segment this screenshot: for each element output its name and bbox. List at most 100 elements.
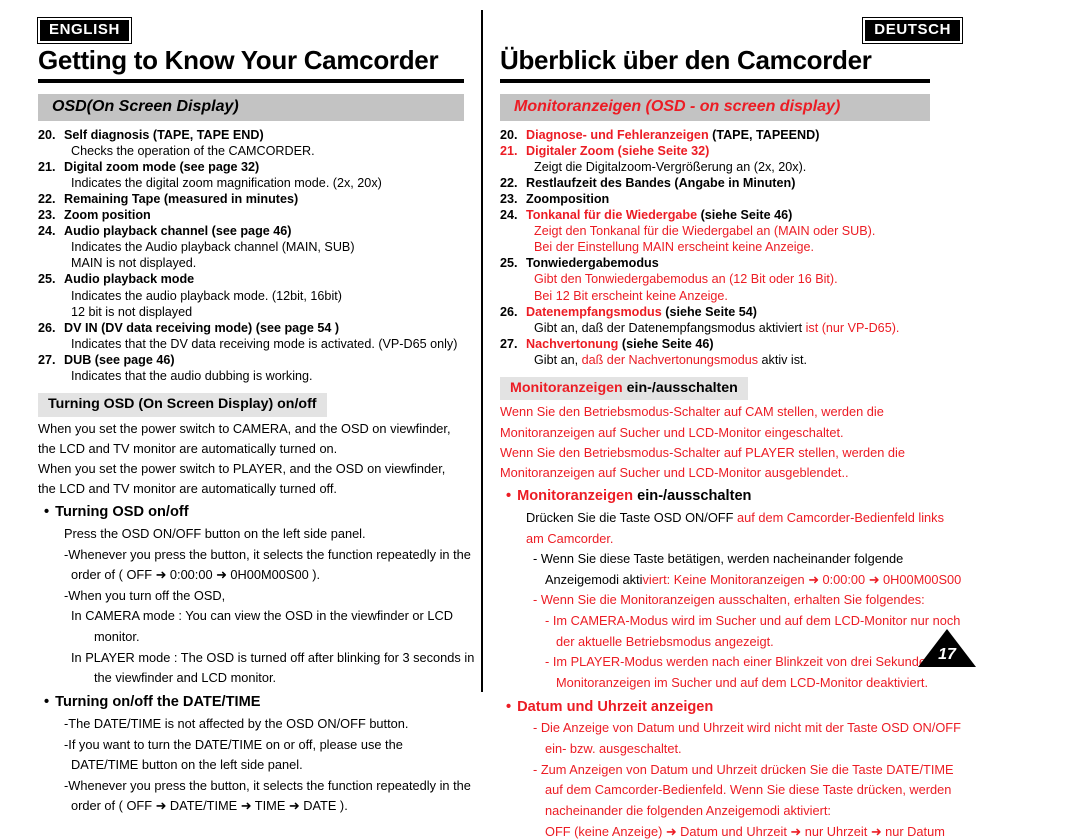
german-title-rule xyxy=(500,79,930,84)
line-red: - Wenn Sie die Monitoranzeigen ausschalt… xyxy=(533,592,925,608)
body-line: Drücken Sie die Taste OSD ON/OFF auf dem… xyxy=(500,510,1080,527)
german-sub-band-red: Monitoranzeigen xyxy=(510,380,623,397)
line-black: Drücken Sie die Taste OSD ON/OFF xyxy=(526,509,737,525)
item-heading: Tonwiedergabemodus xyxy=(526,255,1080,271)
body-line: order of ( OFF ➜ DATE/TIME ➜ TIME ➜ DATE… xyxy=(71,798,348,814)
german-section-band: Monitoranzeigen (OSD - on screen display… xyxy=(500,94,930,121)
language-badge-english: ENGLISH xyxy=(37,17,132,44)
english-bullet-1-lines: Press the OSD ON/OFF button on the left … xyxy=(38,526,482,687)
item-heading: Audio playback channel (see page 46) xyxy=(64,224,292,239)
item-description: Gibt an, daß der Datenempfangsmodus akti… xyxy=(526,320,1080,336)
body-line: In PLAYER mode : The OSD is turned off a… xyxy=(71,649,475,665)
line-red: - Zum Anzeigen von Datum und Uhrzeit drü… xyxy=(533,761,954,777)
item-heading: Zoom position xyxy=(64,208,151,223)
english-section-band: OSD(On Screen Display) xyxy=(38,94,464,121)
english-column: ENGLISH Getting to Know Your Camcorder O… xyxy=(0,0,482,813)
english-item: 26. DV IN (DV data receiving mode) (see p… xyxy=(38,320,482,352)
item-heading: Zoomposition xyxy=(526,191,1080,207)
item-heading: Restlaufzeit des Bandes (Angabe in Minut… xyxy=(526,175,1080,191)
english-sub-band: Turning OSD (On Screen Display) on/off xyxy=(38,393,327,417)
item-number: 25. xyxy=(500,256,518,271)
item-heading: Datenempfangsmodus (siehe Seite 54) xyxy=(526,304,1080,320)
body-line: am Camcorder. xyxy=(500,531,1080,548)
german-item: 22. Restlaufzeit des Bandes (Angabe in Mi… xyxy=(500,175,1080,191)
item-description: Checks the operation of the CAMCORDER. xyxy=(71,143,315,158)
line-red: viert: Keine Monitoranzeigen ➜ 0:00:00 ➜… xyxy=(642,571,962,587)
bullet-dot-icon: • xyxy=(506,698,512,715)
line-black: - Wenn Sie diese Taste betätigen, werden… xyxy=(533,551,904,567)
heading-black: (siehe Seite 46) xyxy=(697,208,793,223)
body-line: ein- bzw. ausgeschaltet. xyxy=(500,741,1080,758)
body-line: -The DATE/TIME is not affected by the OS… xyxy=(64,715,409,731)
line-red: ein- bzw. ausgeschaltet. xyxy=(545,741,682,757)
line-red: der aktuelle Betriebsmodus angezeigt. xyxy=(556,633,774,649)
body-line: Press the OSD ON/OFF button on the left … xyxy=(64,525,366,541)
desc-red: daß der Nachvertonungsmodus xyxy=(581,353,762,368)
german-item: 21. Digitaler Zoom (siehe Seite 32) Zeigt … xyxy=(500,143,1080,175)
language-badge-german: DEUTSCH xyxy=(862,17,963,44)
german-item-list: 20. Diagnose- und Fehleranzeigen (TAPE, T… xyxy=(500,127,1080,369)
intro-line: Monitoranzeigen auf Sucher und LCD-Monit… xyxy=(500,464,849,480)
body-line: - Die Anzeige von Datum und Uhrzeit wird… xyxy=(500,720,1080,737)
body-line: -If you want to turn the DATE/TIME on or… xyxy=(64,736,403,752)
english-item: 24. Audio playback channel (see page 46) I… xyxy=(38,223,482,271)
heading-red: Nachvertonung xyxy=(526,336,619,351)
body-line: OFF (keine Anzeige) ➜ Datum und Uhrzeit … xyxy=(500,824,1080,840)
item-number: 22. xyxy=(500,175,518,190)
english-title-rule xyxy=(38,79,464,84)
intro-line: the LCD and TV monitor are automatically… xyxy=(38,480,337,496)
item-description: Indicates that the audio dubbing is work… xyxy=(71,369,313,384)
item-number: 26. xyxy=(500,304,518,319)
english-item: 27. DUB (see page 46) Indicates that the a… xyxy=(38,352,482,384)
item-description: Indicates that the DV data receiving mod… xyxy=(71,336,458,351)
item-heading: Remaining Tape (measured in minutes) xyxy=(64,191,299,206)
heading-black: Tonwiedergabemodus xyxy=(526,256,659,271)
item-number: 20. xyxy=(38,127,56,142)
heading-red: Diagnose- und Fehleranzeigen xyxy=(526,127,709,142)
body-line: -Whenever you press the button, it selec… xyxy=(64,777,471,793)
item-number: 24. xyxy=(500,208,518,223)
heading-black: Zoomposition xyxy=(526,191,610,206)
manual-page: ENGLISH Getting to Know Your Camcorder O… xyxy=(0,0,1080,839)
heading-black: Restlaufzeit des Bandes (Angabe in Minut… xyxy=(526,175,796,190)
bullet-dot-icon: • xyxy=(506,487,512,504)
item-number: 20. xyxy=(500,127,518,142)
english-item: 25. Audio playback mode Indicates the audi… xyxy=(38,271,482,319)
german-intro-paragraph: Wenn Sie den Betriebsmodus-Schalter auf … xyxy=(500,404,1080,480)
body-line: Monitoranzeigen im Sucher und auf dem LC… xyxy=(500,675,1080,692)
line-red: Monitoranzeigen im Sucher und auf dem LC… xyxy=(556,674,928,690)
body-line: -Whenever you press the button, it selec… xyxy=(64,546,471,562)
heading-black: (siehe Seite 54) xyxy=(661,304,757,319)
line-red: auf dem Camcorder-Bedienfeld. Wenn Sie d… xyxy=(545,782,952,798)
german-badge-row: DEUTSCH xyxy=(500,17,1080,44)
item-heading: Digital zoom mode (see page 32) xyxy=(64,159,260,174)
german-sub-band-black: ein-/ausschalten xyxy=(622,380,738,397)
line-red: - Im CAMERA-Modus wird im Sucher und auf… xyxy=(545,613,961,628)
item-description: MAIN is not displayed. xyxy=(71,256,197,271)
body-line: DATE/TIME button on the left side panel. xyxy=(71,757,303,773)
body-line: the viewfinder and LCD monitor. xyxy=(94,670,277,686)
german-bullet-1-lines: Drücken Sie die Taste OSD ON/OFF auf dem… xyxy=(500,510,1080,692)
body-line: nacheinander die folgenden Anzeigemodi a… xyxy=(500,803,1080,820)
intro-line: Wenn Sie den Betriebsmodus-Schalter auf … xyxy=(500,404,884,420)
item-description: Indicates the audio playback mode. (12bi… xyxy=(71,288,342,303)
item-description: Gibt den Tonwiedergabemodus an (12 Bit o… xyxy=(534,272,838,287)
german-chapter-title: Überblick über den Camcorder xyxy=(500,45,872,75)
item-description: 12 bit is not displayed xyxy=(71,304,193,319)
body-line: auf dem Camcorder-Bedienfeld. Wenn Sie d… xyxy=(500,782,1080,799)
german-item: 25. Tonwiedergabemodus Gibt den Tonwiederg… xyxy=(500,255,1080,303)
body-line: - Wenn Sie diese Taste betätigen, werden… xyxy=(500,551,1080,568)
line-red: nacheinander die folgenden Anzeigemodi a… xyxy=(545,802,831,818)
item-number: 24. xyxy=(38,224,56,239)
item-heading: DV IN (DV data receiving mode) (see page… xyxy=(64,320,340,335)
german-bullet-2-title: • Datum und Uhrzeit anzeigen xyxy=(506,698,714,715)
line-red: - Im PLAYER-Modus werden nach einer Blin… xyxy=(545,654,954,670)
item-description: Indicates the Audio playback channel (MA… xyxy=(71,240,355,255)
item-description: Zeigt die Digitalzoom-Vergrößerung an (2… xyxy=(534,159,807,174)
page-number-marker: 17 xyxy=(918,629,976,671)
desc-black: aktiv ist. xyxy=(761,353,808,368)
english-chapter-title: Getting to Know Your Camcorder xyxy=(38,45,439,75)
bullet-dot-icon: • xyxy=(44,504,50,521)
item-number: 23. xyxy=(500,191,518,206)
body-line: monitor. xyxy=(94,629,140,645)
